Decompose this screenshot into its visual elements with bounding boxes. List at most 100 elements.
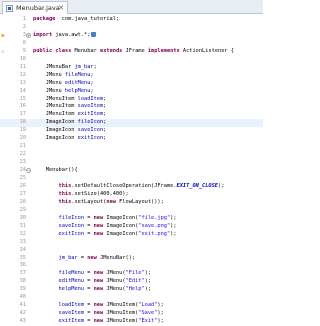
line-number: 29	[19, 206, 26, 213]
code-text: JMenu editMenu;	[33, 79, 94, 86]
code-text: editMenu = new JMenu("Edit");	[58, 278, 152, 285]
code-line[interactable]: 15 JMenuItem loadItem;	[0, 96, 263, 104]
code-text: this.setSize(400,400);	[58, 190, 129, 197]
code-line[interactable]: 18 ImageIcon fileIcon;	[0, 119, 263, 128]
code-line[interactable]: 12 JMenu fileMenu;	[0, 72, 263, 80]
code-line[interactable]: ◆ 3 + import java.awt.*;	[0, 31, 263, 40]
warning-icon[interactable]: ⚠	[1, 48, 8, 55]
code-line[interactable]: 30 fileIcon = new ImageIcon("file.jpg");	[0, 215, 263, 223]
line-number: 2	[22, 23, 26, 30]
code-line[interactable]: 24− Menubar(){	[0, 167, 263, 175]
code-line[interactable]: 33	[0, 239, 263, 247]
line-number: 15	[19, 95, 26, 102]
line-number: 25	[19, 175, 26, 181]
line-number: 32	[19, 230, 26, 237]
code-text: ImageIcon fileIcon;	[33, 119, 107, 126]
line-number: 41	[19, 302, 26, 309]
code-line[interactable]: 34	[0, 247, 263, 255]
line-number: 10	[19, 55, 26, 62]
code-line[interactable]: 20 ImageIcon exitIcon;	[0, 135, 263, 143]
code-text: exitItem = new JMenuItem("Exit");	[58, 318, 164, 325]
code-line[interactable]: ⚠ 9 public class Menubar extends JFrame im…	[0, 48, 263, 56]
code-text: saveIcon = new ImageIcon("save.png");	[58, 222, 177, 229]
code-text: this.setLayout(new FlowLayout());	[58, 198, 164, 205]
line-number: 42	[19, 310, 26, 317]
code-line[interactable]: 36	[0, 262, 263, 270]
line-number: 22	[19, 151, 26, 158]
line-number: 3	[22, 31, 26, 38]
code-line[interactable]: 29	[0, 207, 263, 215]
code-line[interactable]: 43 exitItem = new JMenuItem("Exit");	[0, 318, 263, 326]
line-number: 1	[22, 16, 26, 22]
code-line[interactable]: 38 editMenu = new JMenu("Edit");	[0, 278, 263, 286]
line-number: 12	[19, 71, 26, 78]
code-line[interactable]: 8	[0, 40, 263, 48]
code-line[interactable]: 16 JMenuItem saveItem;	[0, 103, 263, 111]
code-line[interactable]: 17 JMenuItem exitItem;	[0, 111, 263, 119]
line-number: 30	[19, 214, 26, 221]
line-number: 40	[19, 294, 26, 301]
code-line[interactable]: 37 fileMenu = new JMenu("File");	[0, 270, 263, 278]
code-line[interactable]: 1 package com.java_tutorial;	[0, 16, 263, 24]
lightbulb-icon[interactable]: ◆	[1, 32, 8, 39]
tab-label: Menubar.java	[16, 4, 60, 12]
expand-fold-icon[interactable]: +	[26, 32, 31, 38]
code-line[interactable]: 28 this.setLayout(new FlowLayout());	[0, 199, 263, 207]
code-editor[interactable]: 1 package com.java_tutorial; 2 ◆ 3 + import ja…	[0, 14, 263, 324]
code-text: fileMenu = new JMenu("File");	[58, 270, 152, 277]
line-number: 27	[19, 190, 26, 197]
code-text: ImageIcon exitIcon;	[33, 135, 107, 142]
code-text: helpMenu = new JMenu("Help");	[58, 286, 152, 293]
line-number: 18	[19, 119, 26, 126]
line-number: 38	[19, 278, 26, 285]
line-number: 13	[19, 79, 26, 86]
line-number: 16	[19, 103, 26, 110]
code-line[interactable]: 39 helpMenu = new JMenu("Help");	[0, 286, 263, 294]
line-number: 19	[19, 127, 26, 134]
code-line[interactable]: 41 loadItem = new JMenuItem("Load");	[0, 302, 263, 310]
close-icon[interactable]: ✕	[58, 3, 64, 13]
code-text: JMenuItem loadItem;	[33, 95, 107, 102]
code-text: saveItem = new JMenuItem("Save");	[58, 310, 164, 317]
line-number: 35	[19, 254, 26, 261]
code-line[interactable]: 40	[0, 294, 263, 302]
code-line[interactable]: 13 JMenu editMenu;	[0, 80, 263, 88]
code-line[interactable]: 32 exitIcon = new ImageIcon("exit.png");	[0, 231, 263, 239]
code-line[interactable]: 2	[0, 24, 263, 32]
line-number: 11	[19, 63, 26, 70]
line-number: 14	[19, 87, 26, 94]
code-text: JMenu helpMenu;	[33, 87, 94, 94]
code-line[interactable]: 22	[0, 151, 263, 159]
line-number: 21	[19, 143, 26, 150]
line-number: 23	[19, 159, 26, 166]
code-text: JMenuItem saveItem;	[33, 103, 107, 110]
code-line[interactable]: 19 ImageIcon saveIcon;	[0, 127, 263, 135]
line-number: 28	[19, 198, 26, 205]
code-text: import java.awt.*;	[33, 31, 97, 40]
line-number: 34	[19, 246, 26, 253]
tab-menubar-java[interactable]: Menubar.java ✕	[2, 1, 68, 14]
code-line[interactable]: 23	[0, 159, 263, 167]
code-text: JMenuItem exitItem;	[33, 111, 107, 118]
code-line[interactable]: 35 jm_bar = new JMenuBar();	[0, 255, 263, 263]
code-text: package com.java_tutorial;	[33, 16, 120, 22]
collapse-fold-icon[interactable]: −	[26, 168, 31, 174]
code-line[interactable]: 26 this.setDefaultCloseOperation(JFrame.…	[0, 183, 263, 191]
code-line[interactable]: 11 JMenuBar jm_bar;	[0, 64, 263, 72]
code-line[interactable]: 27 this.setSize(400,400);	[0, 191, 263, 199]
code-text: public class Menubar extends JFrame impl…	[33, 47, 234, 54]
code-text: this.setDefaultCloseOperation(JFrame.EXI…	[58, 182, 225, 189]
code-line[interactable]: 14 JMenu helpMenu;	[0, 88, 263, 96]
line-number: 9	[22, 47, 26, 54]
line-number: 26	[19, 182, 26, 189]
code-line[interactable]: 42 saveItem = new JMenuItem("Save");	[0, 310, 263, 318]
line-number: 36	[19, 262, 26, 269]
code-line[interactable]: 21	[0, 143, 263, 151]
collapsed-imports-icon[interactable]	[91, 31, 97, 37]
line-number: 8	[22, 39, 26, 46]
code-line[interactable]: 10	[0, 56, 263, 64]
line-number: 17	[19, 111, 26, 118]
line-number: 37	[19, 270, 26, 277]
code-line[interactable]: 25	[0, 175, 263, 183]
code-line[interactable]: 31 saveIcon = new ImageIcon("save.png");	[0, 223, 263, 231]
